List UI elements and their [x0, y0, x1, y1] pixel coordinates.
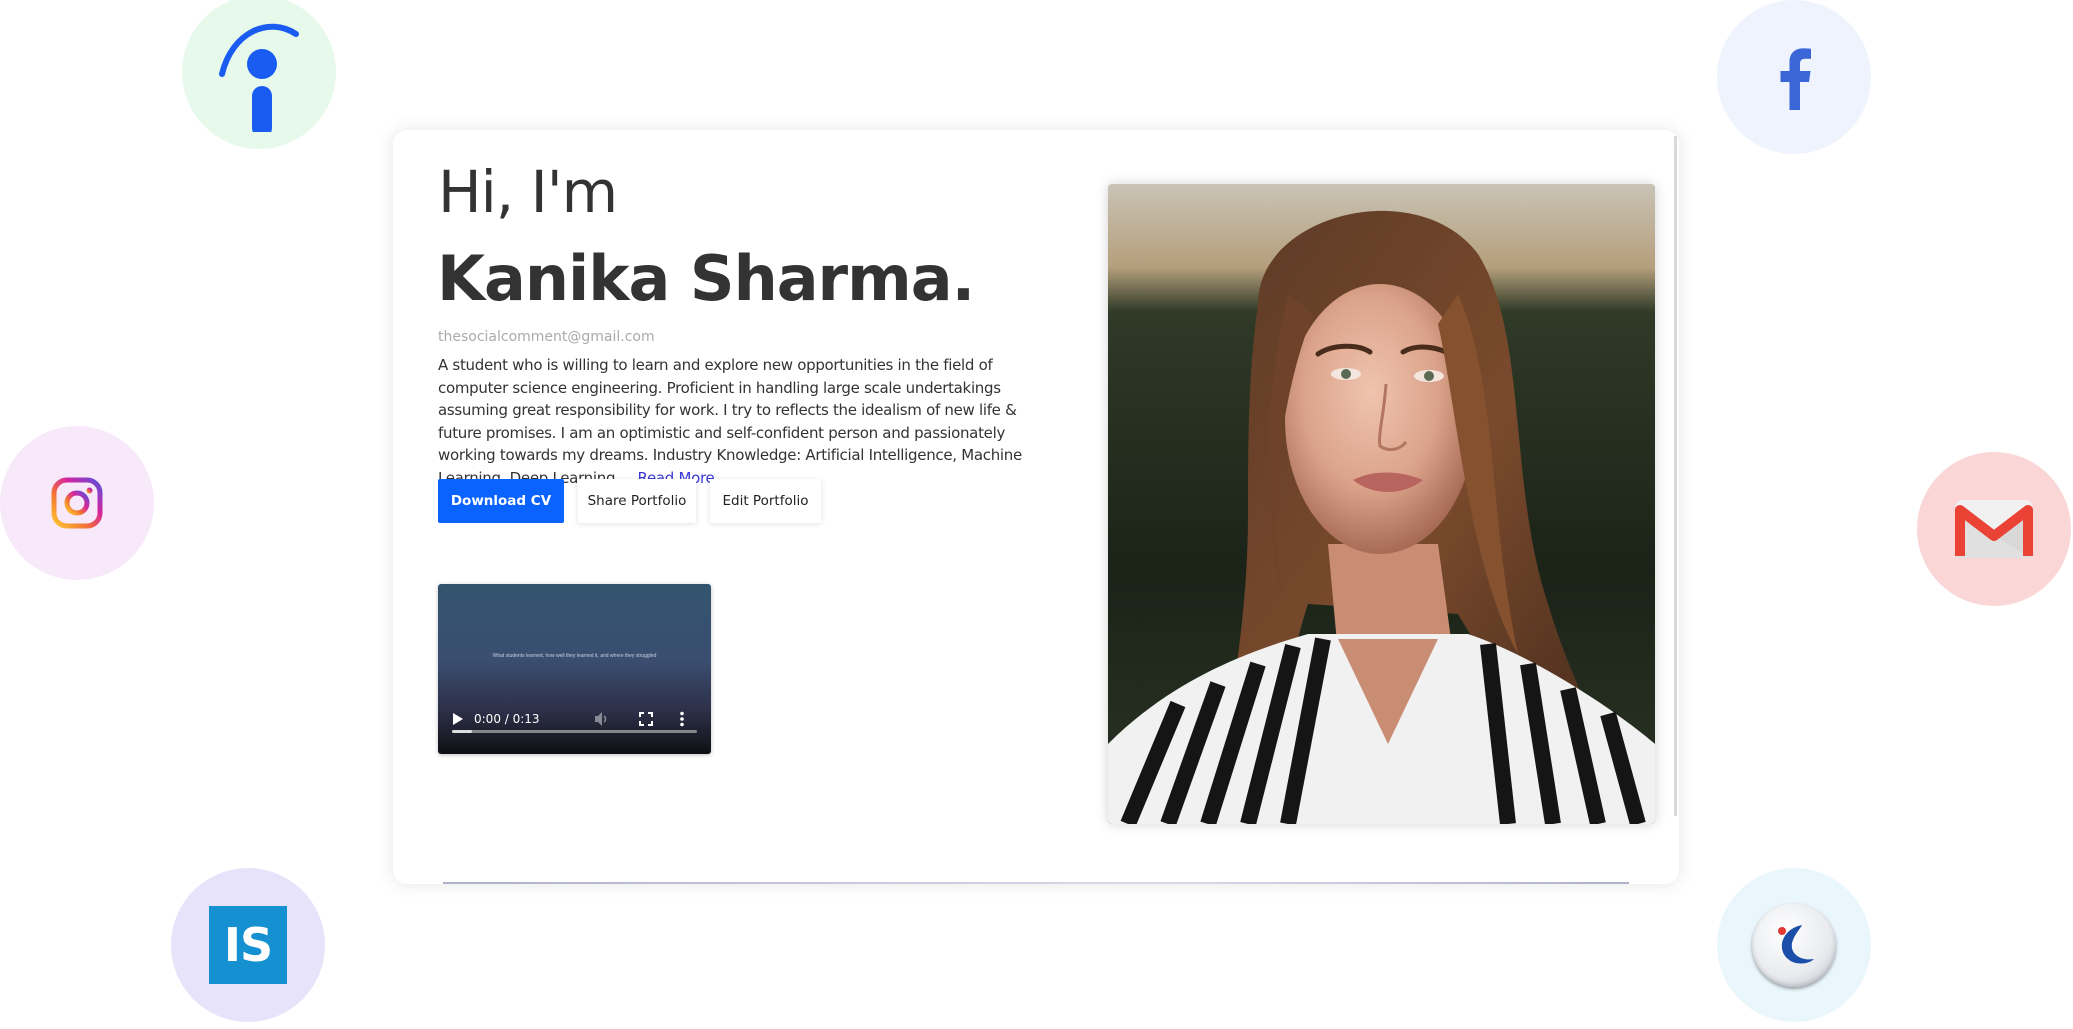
more-options-icon[interactable] [679, 711, 685, 727]
facebook-icon [1780, 48, 1811, 110]
intro-video-player[interactable]: What students learned, how well they lea… [438, 584, 711, 754]
video-time: 0:00 / 0:13 [474, 712, 540, 726]
facebook-link[interactable] [1717, 0, 1871, 154]
instagram-icon [51, 477, 103, 529]
play-icon[interactable] [452, 712, 466, 726]
video-progress-fill [452, 730, 472, 733]
video-progress-bar[interactable] [452, 730, 697, 733]
greeting-text: Hi, I'm [438, 158, 618, 226]
indeed-link[interactable] [182, 0, 336, 149]
gmail-link[interactable] [1917, 452, 2071, 606]
video-caption: What students learned, how well they lea… [492, 653, 657, 659]
volume-icon[interactable] [594, 711, 610, 727]
profile-email: thesocialcomment@gmail.com [438, 329, 655, 345]
card-divider [443, 882, 1629, 884]
fullscreen-icon[interactable] [639, 712, 653, 726]
indeed-icon [219, 23, 299, 132]
naukri-link[interactable] [1717, 868, 1871, 1022]
portfolio-page: IS Hi, I'm Kanika Sharma. thesocialcomme… [0, 0, 2073, 1029]
card-scroll-edge [1674, 136, 1677, 816]
bio-text: A student who is willing to learn and ex… [438, 356, 1022, 487]
instagram-link[interactable] [0, 426, 154, 580]
gmail-icon [1955, 500, 2033, 558]
profile-card: Hi, I'm Kanika Sharma. thesocialcomment@… [393, 130, 1679, 884]
share-portfolio-button[interactable]: Share Portfolio [578, 479, 696, 523]
profile-photo [1108, 184, 1655, 824]
is-link[interactable]: IS [171, 868, 325, 1022]
profile-bio: A student who is willing to learn and ex… [438, 354, 1058, 489]
edit-portfolio-button[interactable]: Edit Portfolio [710, 479, 821, 523]
download-cv-button[interactable]: Download CV [438, 479, 564, 523]
profile-name: Kanika Sharma. [437, 242, 975, 315]
is-icon: IS [209, 906, 287, 984]
naukri-icon [1752, 903, 1836, 987]
